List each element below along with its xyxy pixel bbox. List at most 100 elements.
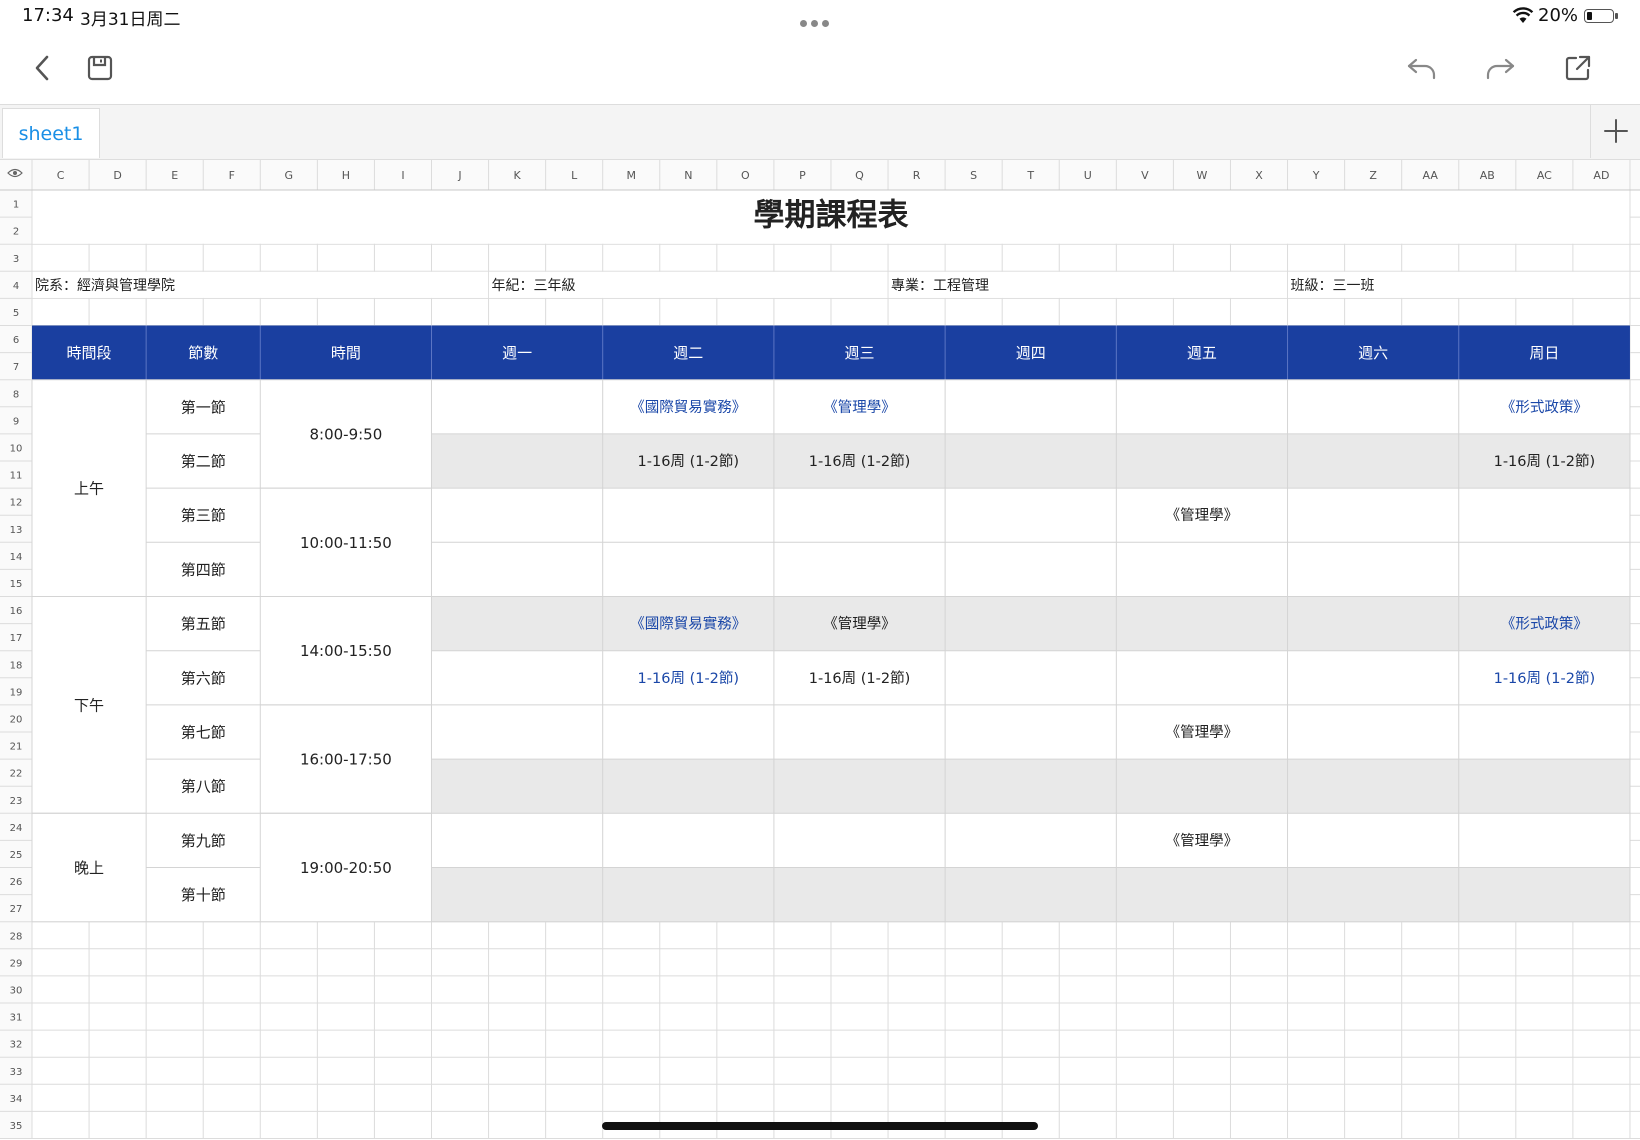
row-header-5: 5 bbox=[13, 308, 19, 319]
column-header-J: J bbox=[457, 169, 461, 182]
period-label-4: 第四節 bbox=[181, 561, 226, 579]
column-header-AC: AC bbox=[1537, 169, 1552, 182]
header-6: 週三 bbox=[845, 344, 875, 362]
row-header-20: 20 bbox=[10, 714, 23, 725]
header-10: 周日 bbox=[1529, 344, 1559, 362]
header-4: 週一 bbox=[502, 344, 532, 362]
row-header-28: 28 bbox=[10, 931, 23, 942]
time-range-2-2: 16:00-17:50 bbox=[300, 751, 392, 769]
column-header-P: P bbox=[799, 169, 806, 182]
course-cell-6: 1-16周 (1-2節) bbox=[1494, 452, 1596, 470]
session-label-1: 上午 bbox=[74, 480, 104, 498]
course-cell-1: 《國際貿易實務》 bbox=[630, 398, 746, 416]
column-header-C: C bbox=[57, 169, 65, 182]
time-range-1-1: 8:00-9:50 bbox=[309, 425, 382, 443]
period-label-3: 第三節 bbox=[181, 507, 226, 525]
row-header-1: 1 bbox=[13, 200, 19, 211]
column-header-D: D bbox=[113, 169, 121, 182]
info-class: 班級：三一班 bbox=[1291, 278, 1375, 294]
column-header-R: R bbox=[913, 169, 921, 182]
floppy-disk-icon[interactable] bbox=[80, 48, 120, 88]
period-label-2: 第二節 bbox=[181, 453, 226, 471]
column-header-AA: AA bbox=[1423, 169, 1439, 182]
column-header-Q: Q bbox=[855, 169, 864, 182]
row-header-32: 32 bbox=[10, 1040, 23, 1051]
header-9: 週六 bbox=[1358, 344, 1388, 362]
column-header-AD: AD bbox=[1593, 169, 1609, 182]
row-header-11: 11 bbox=[10, 471, 23, 482]
course-cell-15: 《管理學》 bbox=[1166, 831, 1239, 849]
column-header-Y: Y bbox=[1312, 169, 1320, 182]
row-header-29: 29 bbox=[10, 958, 23, 969]
course-cell-12: 1-16周 (1-2節) bbox=[809, 669, 911, 687]
row-header-25: 25 bbox=[10, 850, 23, 861]
row-header-24: 24 bbox=[10, 823, 23, 834]
column-header-S: S bbox=[970, 169, 977, 182]
course-cell-11: 1-16周 (1-2節) bbox=[638, 669, 740, 687]
column-header-V: V bbox=[1141, 169, 1149, 182]
status-date: 3月31日周二 bbox=[80, 10, 181, 30]
redo-icon[interactable] bbox=[1480, 48, 1520, 88]
row-header-16: 16 bbox=[10, 606, 23, 617]
period-label-8: 第八節 bbox=[181, 778, 226, 796]
course-cell-8: 《國際貿易實務》 bbox=[630, 615, 746, 633]
row-header-7: 7 bbox=[13, 362, 19, 373]
session-label-3: 晚上 bbox=[74, 859, 104, 877]
column-header-O: O bbox=[741, 169, 750, 182]
column-header-G: G bbox=[285, 169, 294, 182]
chevron-left-icon[interactable] bbox=[22, 48, 62, 88]
info-department: 院系：經濟與管理學院 bbox=[35, 278, 175, 294]
period-label-1: 第一節 bbox=[181, 398, 226, 416]
tab-sheet1[interactable]: sheet1 bbox=[2, 108, 100, 158]
sheet-title: 學期課程表 bbox=[753, 198, 908, 234]
header-5: 週二 bbox=[673, 344, 703, 362]
row-header-4: 4 bbox=[13, 281, 19, 292]
info-major: 專業：工程管理 bbox=[891, 278, 989, 294]
header-8: 週五 bbox=[1187, 344, 1217, 362]
period-label-10: 第十節 bbox=[181, 886, 226, 904]
home-indicator[interactable] bbox=[602, 1122, 1038, 1130]
multitask-dots-icon[interactable] bbox=[800, 12, 840, 27]
period-label-6: 第六節 bbox=[181, 669, 226, 687]
status-bar: 17:34 3月31日周二 20% bbox=[0, 0, 1640, 34]
column-header-I: I bbox=[401, 169, 404, 182]
row-header-26: 26 bbox=[10, 877, 23, 888]
course-cell-10: 《形式政策》 bbox=[1501, 616, 1588, 633]
row-header-30: 30 bbox=[10, 985, 23, 996]
column-header-N: N bbox=[684, 169, 692, 182]
row-header-18: 18 bbox=[10, 660, 23, 671]
header-2: 節數 bbox=[188, 344, 218, 362]
share-icon[interactable] bbox=[1558, 48, 1598, 88]
row-header-8: 8 bbox=[13, 389, 19, 400]
header-1: 時間段 bbox=[67, 344, 112, 362]
column-header-X: X bbox=[1255, 169, 1263, 182]
row-header-33: 33 bbox=[10, 1067, 23, 1078]
time-range-2-1: 14:00-15:50 bbox=[300, 642, 392, 660]
header-7: 週四 bbox=[1016, 344, 1046, 362]
row-header-3: 3 bbox=[13, 254, 19, 265]
spreadsheet-grid[interactable]: C D E F G H I J K L M N O P Q R S T U V W X Y Z AA AB AC AD 1 2 3 4 5 6 7 8… bbox=[0, 160, 1640, 1140]
row-header-22: 22 bbox=[10, 769, 23, 780]
row-header-6: 6 bbox=[13, 335, 19, 346]
row-header-34: 34 bbox=[10, 1094, 23, 1105]
course-cell-9: 《管理學》 bbox=[823, 615, 896, 633]
add-sheet-button[interactable] bbox=[1590, 104, 1640, 158]
row-header-27: 27 bbox=[10, 904, 23, 915]
row-header-9: 9 bbox=[13, 416, 19, 427]
column-header-F: F bbox=[229, 169, 235, 182]
column-header-bar bbox=[0, 160, 1640, 190]
undo-icon[interactable] bbox=[1402, 48, 1442, 88]
course-cell-5: 1-16周 (1-2節) bbox=[809, 452, 911, 470]
time-range-1-2: 10:00-11:50 bbox=[300, 534, 392, 552]
course-cell-4: 1-16周 (1-2節) bbox=[638, 452, 740, 470]
row-header-14: 14 bbox=[10, 552, 23, 563]
battery-percent: 20% bbox=[1538, 5, 1579, 26]
column-header-T: T bbox=[1026, 169, 1034, 182]
row-header-19: 19 bbox=[10, 687, 23, 698]
shaded-row-10 bbox=[431, 867, 1630, 922]
shaded-row-8 bbox=[431, 759, 1630, 814]
session-label-2: 下午 bbox=[74, 696, 104, 714]
shaded-row-5 bbox=[431, 596, 1630, 651]
status-time: 17:34 bbox=[22, 5, 74, 26]
course-cell-2: 《管理學》 bbox=[823, 398, 896, 416]
